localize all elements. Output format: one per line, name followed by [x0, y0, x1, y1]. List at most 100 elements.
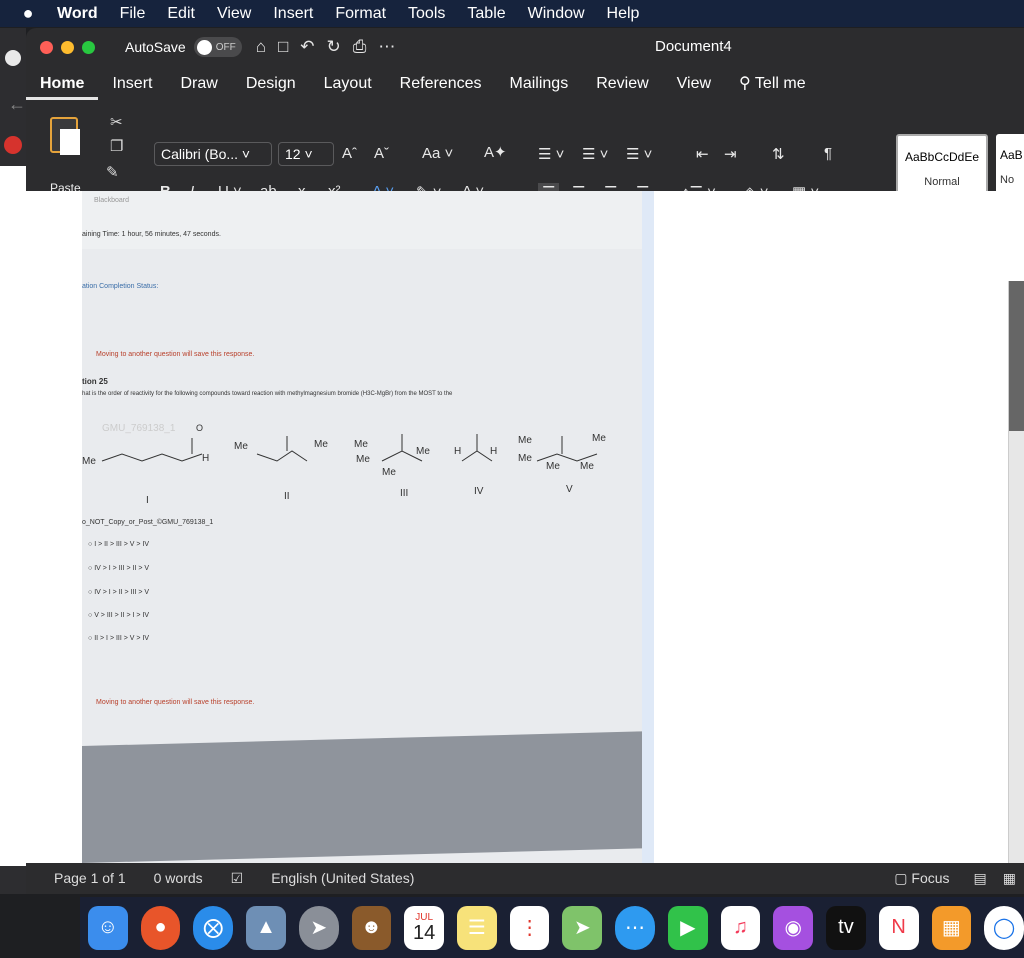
preview-icon[interactable]: ▲: [246, 905, 286, 950]
structure-2-bond: [256, 450, 308, 462]
style-sample: AaBbCcDdEe: [904, 150, 980, 164]
structure-me-label: Me: [354, 439, 368, 450]
tab-references[interactable]: References: [386, 70, 496, 100]
compound-label: V: [566, 484, 573, 495]
answer-option[interactable]: ○ IV > I > II > III > V: [88, 589, 149, 596]
change-case-button[interactable]: Aa ˅: [422, 145, 453, 162]
more-icon[interactable]: ⋯: [378, 37, 395, 57]
font-size-select[interactable]: 12 ˅: [278, 142, 334, 166]
calendar-icon[interactable]: JUL 14: [404, 905, 445, 950]
tell-me-search[interactable]: ⚲ Tell me: [725, 70, 820, 100]
minimize-window-button[interactable]: [61, 40, 74, 54]
menu-help[interactable]: Help: [596, 5, 651, 23]
tab-insert[interactable]: Insert: [98, 70, 166, 100]
apple-tv-icon[interactable]: tv: [826, 905, 866, 950]
menu-file[interactable]: File: [109, 5, 157, 23]
clear-formatting-icon[interactable]: A✦: [484, 143, 507, 161]
menu-table[interactable]: Table: [456, 5, 516, 23]
compound-label: III: [400, 488, 409, 499]
menu-app-word[interactable]: Word: [46, 5, 109, 23]
proofing-icon[interactable]: ☑: [231, 870, 244, 887]
pasted-photo[interactable]: Blackboard aining Time: 1 hour, 56 minut…: [82, 191, 642, 863]
music-icon[interactable]: ♫: [720, 905, 761, 950]
maximize-window-button[interactable]: [82, 40, 95, 54]
back-arrow-icon[interactable]: ←: [8, 94, 26, 115]
print-layout-icon[interactable]: ▤: [974, 870, 987, 887]
bullets-icon[interactable]: ☰ ˅: [538, 145, 564, 163]
numbering-icon[interactable]: ☰ ˅: [582, 145, 608, 163]
notes-icon[interactable]: ☰: [457, 905, 497, 950]
multilevel-list-icon[interactable]: ☰ ˅: [626, 145, 652, 163]
document-canvas[interactable]: Blackboard aining Time: 1 hour, 56 minut…: [26, 191, 1024, 863]
answer-option[interactable]: ○ II > I > III > V > IV: [88, 635, 149, 642]
apple-icon[interactable]: ●: [10, 3, 46, 24]
partial-app-icon[interactable]: ◯: [984, 905, 1024, 950]
tab-layout[interactable]: Layout: [310, 70, 386, 100]
focus-button[interactable]: ▢ Focus: [894, 870, 949, 887]
tab-view[interactable]: View: [663, 70, 725, 100]
document-title: Document4: [655, 38, 732, 55]
answer-option[interactable]: ○ IV > I > III > II > V: [88, 565, 149, 572]
messages-icon[interactable]: ⋯: [615, 905, 655, 950]
facetime-icon[interactable]: ▶: [667, 905, 708, 950]
copy-icon[interactable]: ❐: [110, 137, 123, 155]
undo-icon[interactable]: ↶: [300, 37, 314, 57]
window-dot-icon: [5, 50, 21, 66]
tab-review[interactable]: Review: [582, 70, 662, 100]
answer-option-text: II > I > III > V > IV: [94, 635, 150, 642]
menu-format[interactable]: Format: [324, 5, 397, 23]
podcasts-icon[interactable]: ◉: [773, 905, 814, 950]
decrease-indent-icon[interactable]: ⇤: [696, 145, 709, 163]
paste-button[interactable]: [44, 111, 88, 161]
menu-edit[interactable]: Edit: [156, 5, 206, 23]
tab-home[interactable]: Home: [26, 70, 99, 100]
page-count[interactable]: Page 1 of 1: [54, 870, 126, 886]
tab-design[interactable]: Design: [232, 70, 310, 100]
close-window-button[interactable]: [40, 40, 53, 54]
news-icon[interactable]: N: [878, 905, 919, 950]
photo-question-text: hat is the order of reactivity for the f…: [82, 391, 453, 397]
cut-icon[interactable]: ✂: [110, 113, 123, 131]
menu-window[interactable]: Window: [517, 5, 596, 23]
calendar-day: 14: [413, 921, 436, 944]
structure-me-label: Me: [546, 461, 560, 472]
word-count[interactable]: 0 words: [154, 870, 203, 886]
tab-mailings[interactable]: Mailings: [496, 70, 583, 100]
scrollbar-thumb[interactable]: [1009, 281, 1024, 431]
font-name-select[interactable]: Calibri (Bo... ˅: [154, 142, 272, 166]
firefox-icon[interactable]: ●: [140, 905, 181, 950]
menu-tools[interactable]: Tools: [397, 5, 456, 23]
structure-1-bond: [101, 453, 203, 462]
lightbulb-icon: ⚲: [739, 75, 755, 92]
home-icon[interactable]: ⌂: [256, 37, 266, 57]
grow-font-icon[interactable]: Aˆ: [342, 145, 357, 162]
print-icon[interactable]: ⎙: [353, 37, 367, 57]
shrink-font-icon[interactable]: Aˇ: [374, 145, 389, 162]
finder-icon[interactable]: ☺: [88, 905, 128, 950]
show-formatting-icon[interactable]: ¶: [824, 145, 832, 162]
apple-tv-label: tv: [838, 916, 854, 938]
safari-icon[interactable]: ⨂: [193, 905, 234, 950]
contacts-icon[interactable]: ☻: [351, 905, 392, 950]
sort-icon[interactable]: ⇅: [772, 145, 785, 163]
menu-insert[interactable]: Insert: [262, 5, 324, 23]
increase-indent-icon[interactable]: ⇥: [724, 145, 737, 163]
language-status[interactable]: English (United States): [271, 870, 414, 886]
launchpad-icon[interactable]: ➤: [298, 905, 339, 950]
books-icon[interactable]: ▦: [931, 905, 972, 950]
web-layout-icon[interactable]: ▦: [1003, 870, 1016, 887]
autosave-toggle[interactable]: OFF: [193, 37, 242, 57]
maps-icon[interactable]: ➤: [562, 905, 603, 950]
redo-icon[interactable]: ↻: [327, 37, 341, 57]
reminders-icon[interactable]: ⋮: [509, 905, 550, 950]
answer-option[interactable]: ○ V > III > II > I > IV: [88, 612, 149, 619]
tab-draw[interactable]: Draw: [166, 70, 231, 100]
format-painter-icon[interactable]: ✎: [106, 163, 119, 181]
vertical-scrollbar[interactable]: [1008, 281, 1024, 863]
structure-me-label: Me: [518, 453, 532, 464]
photo-warning: Moving to another question will save thi…: [96, 351, 255, 358]
save-icon[interactable]: □: [278, 37, 288, 57]
answer-option[interactable]: ○ I > II > III > V > IV: [88, 541, 149, 548]
focus-icon: ▢: [894, 869, 912, 886]
menu-view[interactable]: View: [206, 5, 262, 23]
